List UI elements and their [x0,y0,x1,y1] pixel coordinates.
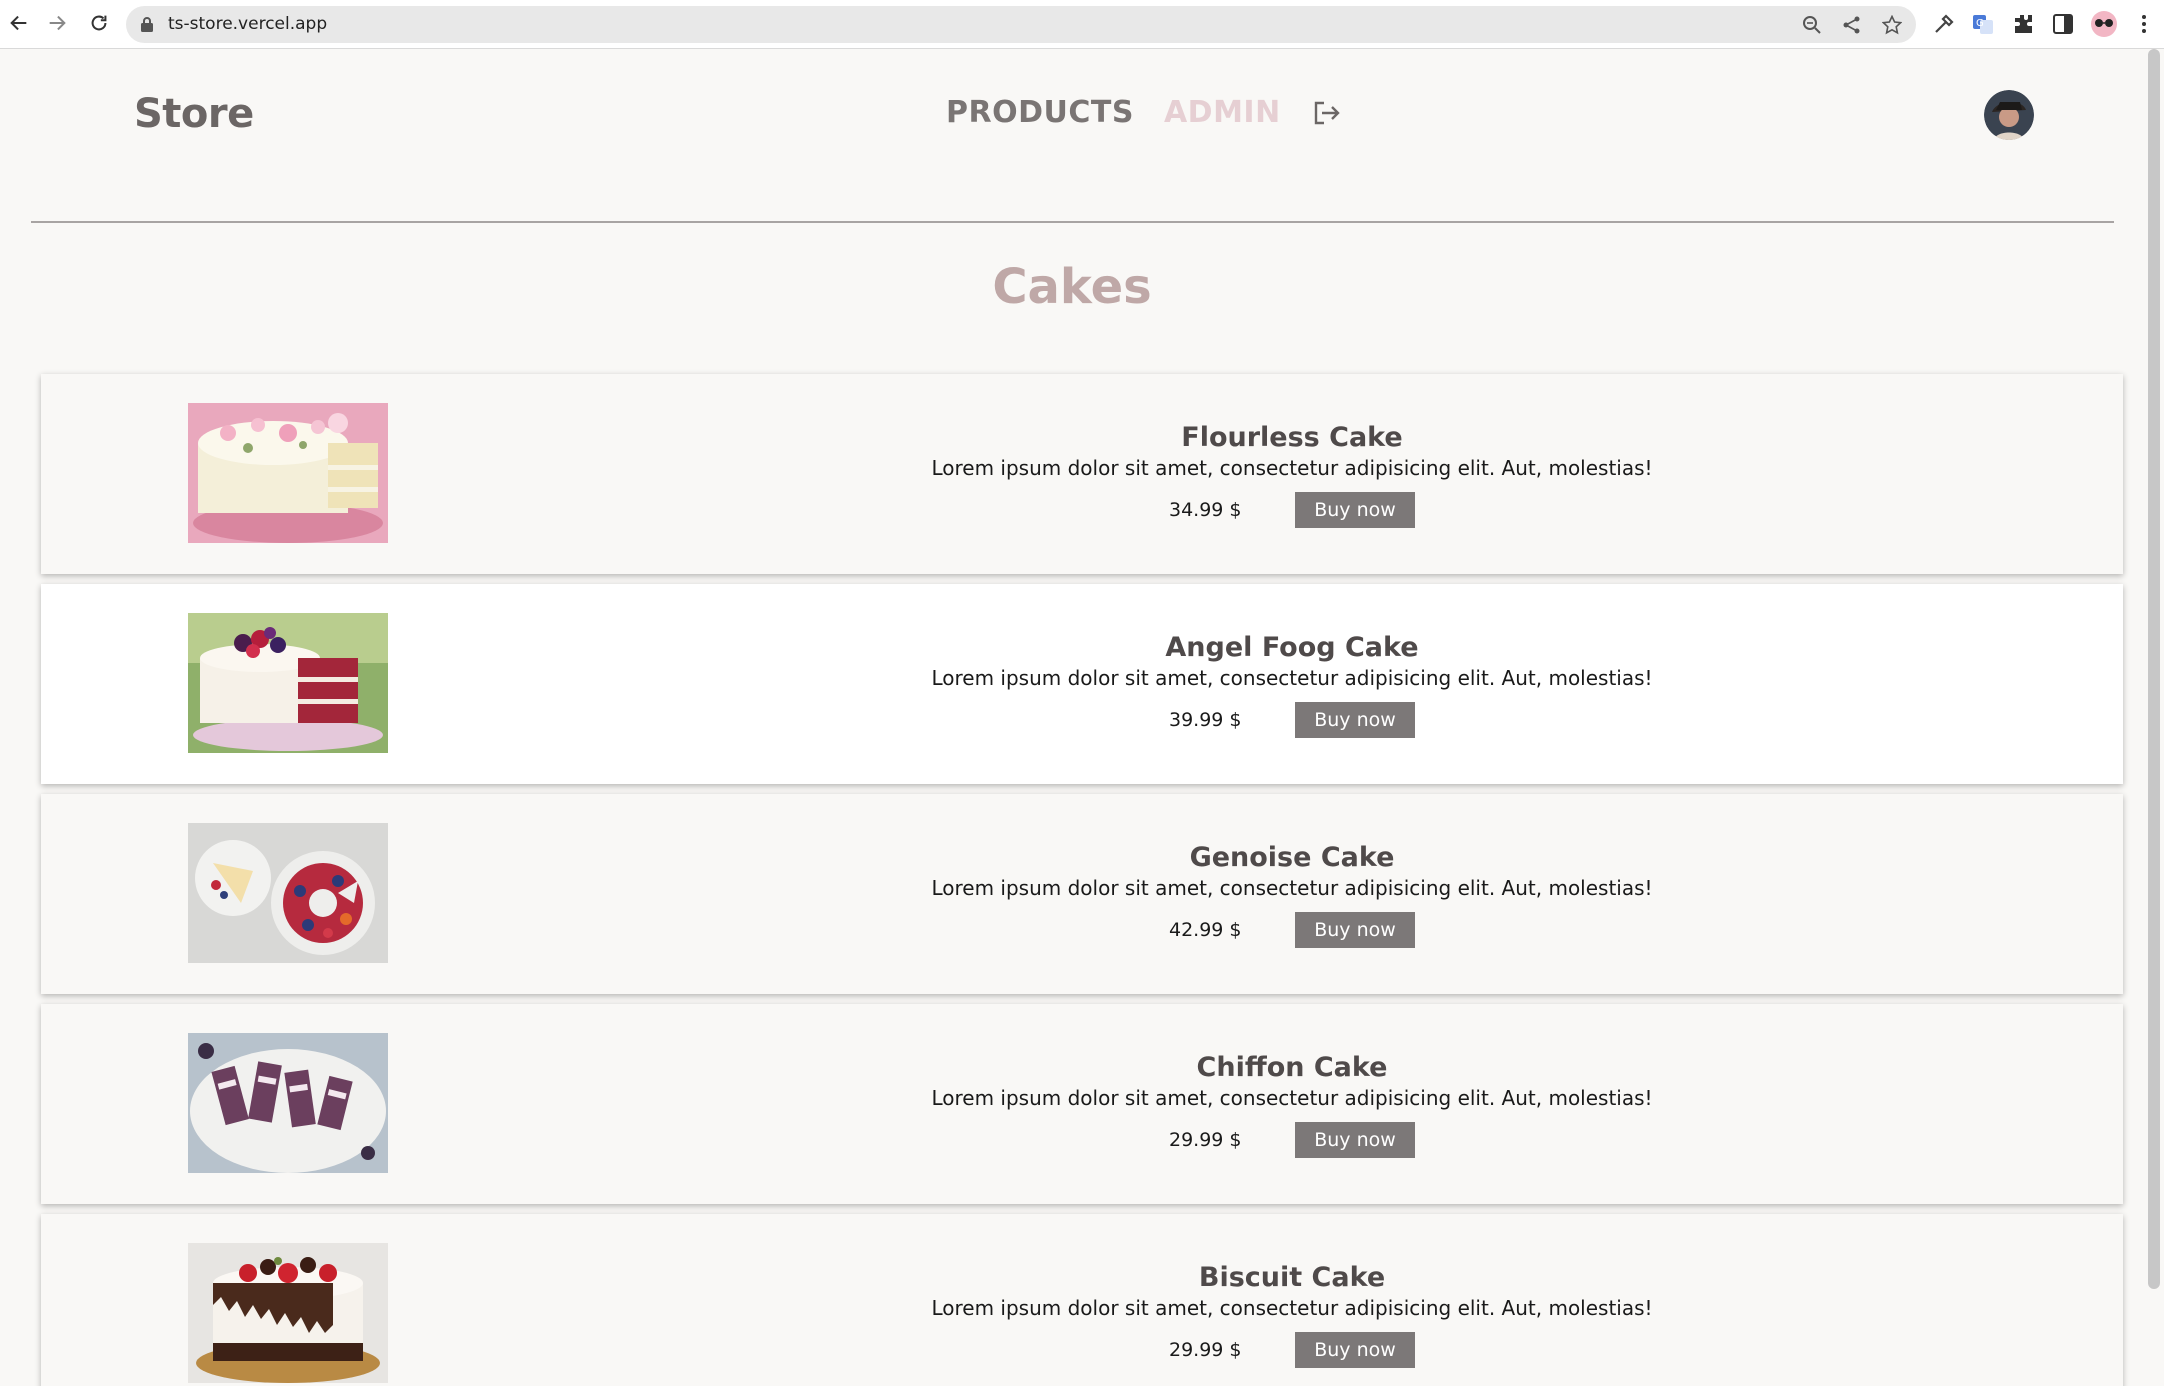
buy-now-button[interactable]: Buy now [1295,912,1415,948]
buy-row: 42.99 $ Buy now [881,912,1703,948]
lock-icon [141,17,153,32]
reload-icon [91,15,107,31]
logout-icon[interactable] [1311,98,1341,128]
product-image[interactable] [188,403,388,543]
header-divider [31,221,2114,223]
product-name: Genoise Cake [1189,842,1395,873]
nav-admin[interactable]: ADMIN [1164,95,1281,130]
product-price: 29.99 $ [1169,1129,1242,1151]
product-image[interactable] [188,613,388,753]
product-description: Lorem ipsum dolor sit amet, consectetur … [931,666,1653,690]
eyedropper-icon[interactable] [1932,12,1956,36]
svg-text:G: G [1976,18,1984,29]
share-icon[interactable] [1842,15,1862,35]
nav-products[interactable]: PRODUCTS [946,95,1134,130]
arrow-right-icon [49,15,66,31]
buy-now-button[interactable]: Buy now [1295,1122,1415,1158]
product-name: Angel Foog Cake [1165,632,1419,663]
user-avatar[interactable] [1984,90,2034,140]
product-info: Biscuit Cake Lorem ipsum dolor sit amet,… [881,1262,1703,1368]
zoom-icon[interactable] [1802,15,1822,35]
product-description: Lorem ipsum dolor sit amet, consectetur … [931,876,1653,900]
product-card: Angel Foog Cake Lorem ipsum dolor sit am… [41,584,2123,784]
buy-row: 39.99 $ Buy now [881,702,1703,738]
buy-now-button[interactable]: Buy now [1295,1332,1415,1368]
product-card: Biscuit Cake Lorem ipsum dolor sit amet,… [41,1214,2123,1386]
profile-icon[interactable] [2090,10,2118,38]
brand-logo[interactable]: Store [134,91,254,137]
buy-row: 34.99 $ Buy now [881,492,1703,528]
product-price: 39.99 $ [1169,709,1242,731]
buy-row: 29.99 $ Buy now [881,1122,1703,1158]
reload-button[interactable] [86,10,112,36]
side-panel-icon[interactable] [2051,12,2075,36]
translate-icon[interactable]: G [1971,12,1995,36]
product-price: 29.99 $ [1169,1339,1242,1361]
back-button[interactable] [6,10,32,36]
product-info: Chiffon Cake Lorem ipsum dolor sit amet,… [881,1052,1703,1158]
product-image[interactable] [188,823,388,963]
product-description: Lorem ipsum dolor sit amet, consectetur … [931,1086,1653,1110]
buy-now-button[interactable]: Buy now [1295,702,1415,738]
product-image[interactable] [188,1243,388,1383]
category-title: Cakes [992,259,1152,315]
star-icon[interactable] [1882,15,1902,35]
product-name: Flourless Cake [1181,422,1403,453]
product-info: Genoise Cake Lorem ipsum dolor sit amet,… [881,842,1703,948]
product-price: 34.99 $ [1169,499,1242,521]
product-card: Genoise Cake Lorem ipsum dolor sit amet,… [41,794,2123,994]
page-scrollbar[interactable] [2148,49,2160,1289]
product-info: Flourless Cake Lorem ipsum dolor sit ame… [881,422,1703,528]
buy-row: 29.99 $ Buy now [881,1332,1703,1368]
url-text: ts-store.vercel.app [168,14,328,34]
page: Store PRODUCTS ADMIN Cakes Flourless Cak… [0,49,2164,1386]
product-description: Lorem ipsum dolor sit amet, consectetur … [931,1296,1653,1320]
product-image[interactable] [188,1033,388,1173]
main-nav: PRODUCTS ADMIN [946,95,1341,130]
product-name: Chiffon Cake [1196,1052,1388,1083]
menu-icon[interactable] [2132,12,2156,36]
product-description: Lorem ipsum dolor sit amet, consectetur … [931,456,1653,480]
arrow-left-icon [10,15,27,31]
buy-now-button[interactable]: Buy now [1295,492,1415,528]
forward-button[interactable] [44,10,70,36]
address-bar[interactable]: ts-store.vercel.app [126,6,1916,43]
browser-toolbar: ts-store.vercel.app G [0,0,2164,49]
product-card: Flourless Cake Lorem ipsum dolor sit ame… [41,374,2123,574]
product-card: Chiffon Cake Lorem ipsum dolor sit amet,… [41,1004,2123,1204]
product-info: Angel Foog Cake Lorem ipsum dolor sit am… [881,632,1703,738]
product-name: Biscuit Cake [1198,1262,1386,1293]
extensions-icon[interactable] [2011,12,2035,36]
product-price: 42.99 $ [1169,919,1242,941]
